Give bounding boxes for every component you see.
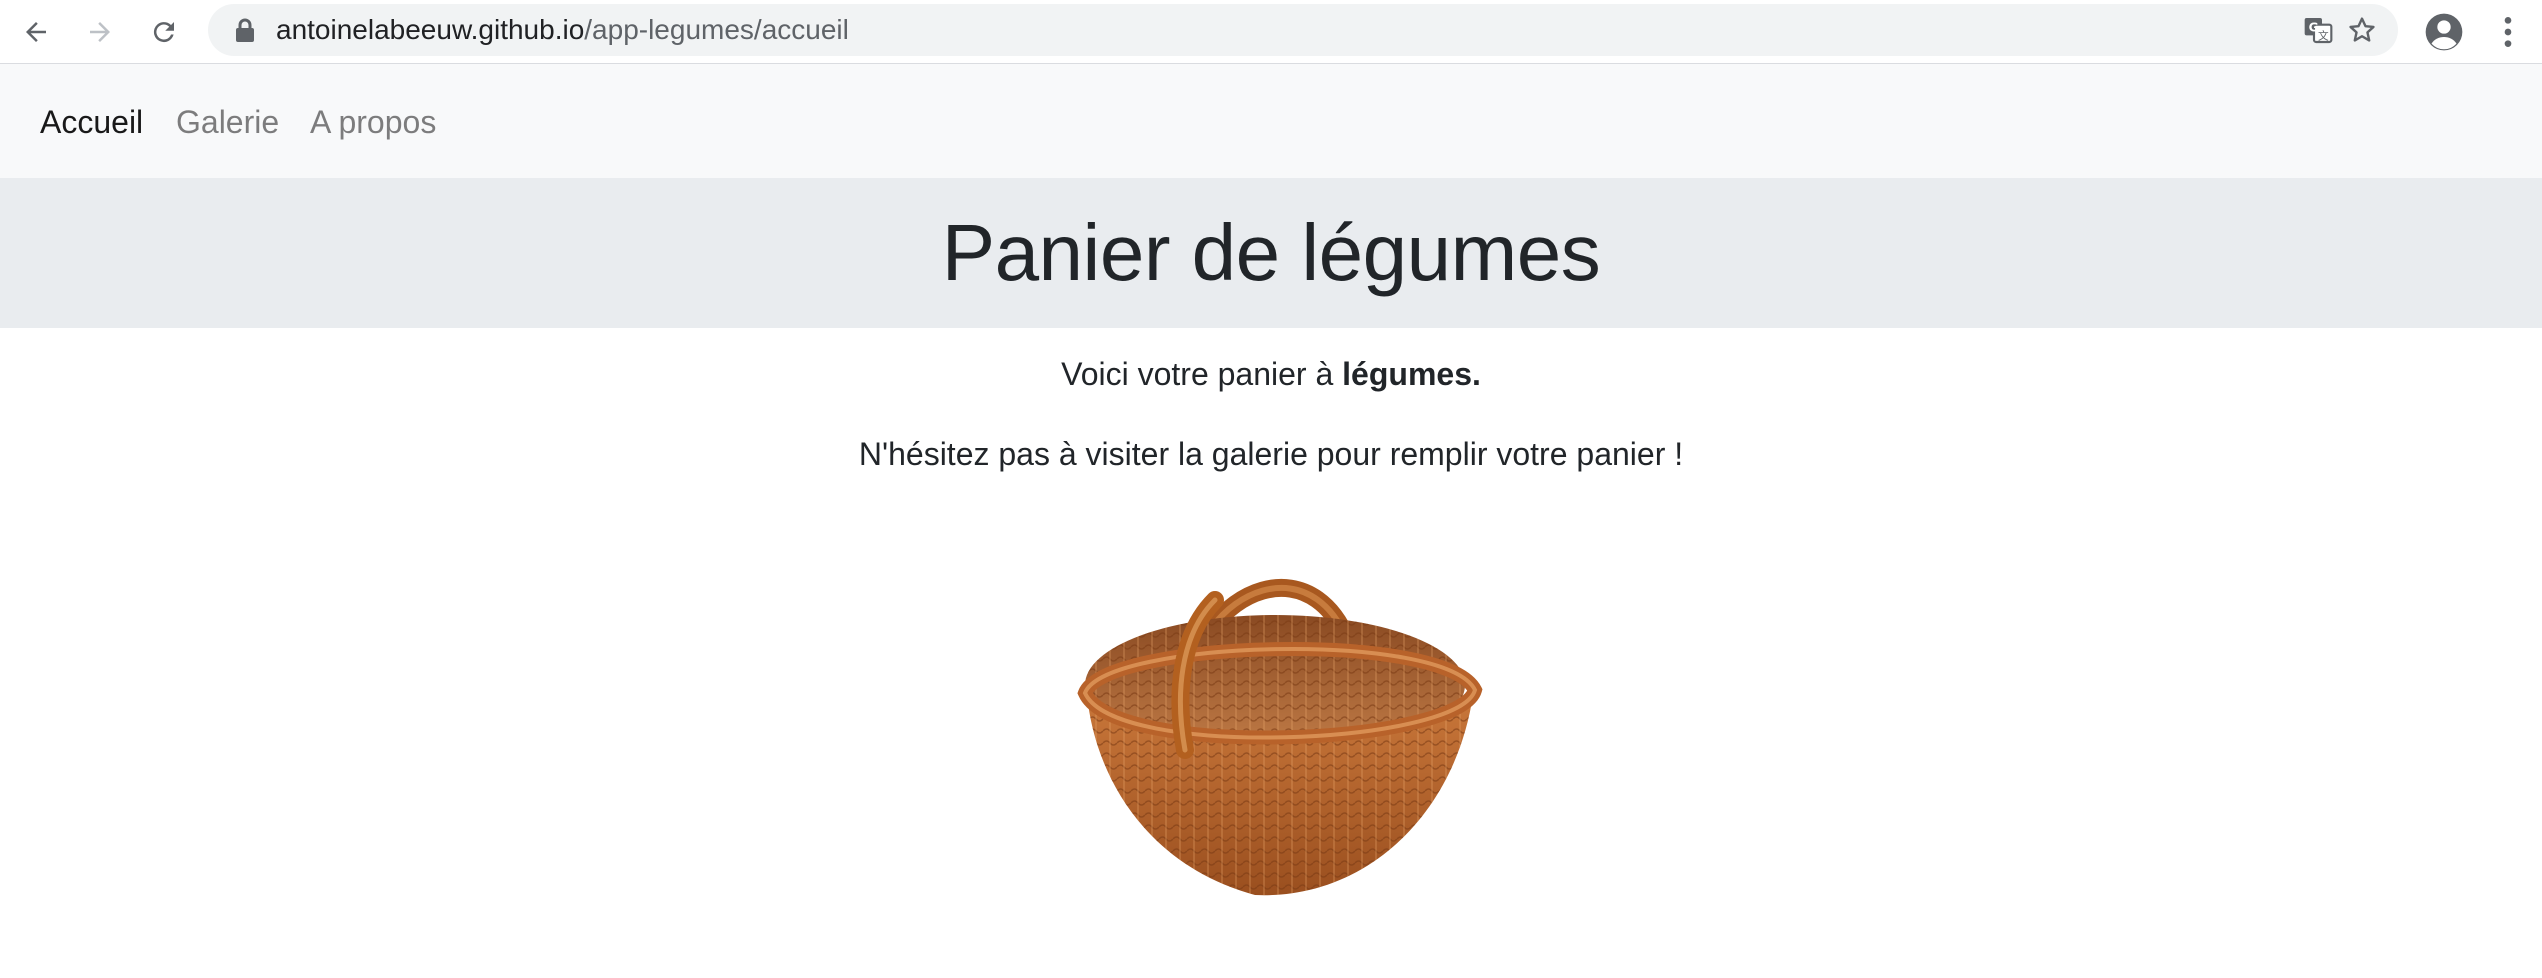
address-bar[interactable]: antoinelabeeuw.github.io/app-legumes/acc… — [208, 4, 2398, 56]
translate-button[interactable]: G 文 — [2298, 10, 2338, 50]
bookmark-button[interactable] — [2342, 10, 2382, 50]
browser-toolbar: antoinelabeeuw.github.io/app-legumes/acc… — [0, 0, 2542, 64]
nav-link-galerie[interactable]: Galerie — [176, 102, 279, 142]
back-arrow-icon — [26, 22, 46, 42]
kebab-menu-icon — [2504, 17, 2512, 47]
browser-menu-button[interactable] — [2484, 8, 2532, 56]
intro-text-prefix: Voici votre panier à — [1061, 356, 1343, 392]
nav-link-a-propos[interactable]: A propos — [310, 102, 436, 142]
url-path: /app-legumes/accueil — [584, 14, 849, 45]
svg-text:文: 文 — [2318, 29, 2329, 42]
reload-button[interactable] — [142, 10, 186, 54]
app-navbar: Accueil Galerie A propos — [0, 64, 2542, 178]
intro-text: Voici votre panier à légumes. — [0, 354, 2542, 394]
star-icon — [2349, 17, 2375, 42]
hero-banner: Panier de légumes — [0, 178, 2542, 328]
url-text: antoinelabeeuw.github.io/app-legumes/acc… — [276, 12, 849, 48]
page-title: Panier de légumes — [941, 208, 1601, 297]
back-button[interactable] — [14, 10, 58, 54]
forward-button[interactable] — [78, 10, 122, 54]
translate-icon: G 文 — [2304, 18, 2333, 44]
profile-button[interactable] — [2420, 8, 2468, 56]
intro-text-bold: légumes. — [1342, 356, 1481, 392]
lock-icon — [236, 18, 254, 42]
basket-image — [1077, 579, 1483, 896]
reload-icon — [153, 22, 174, 43]
forward-arrow-icon — [90, 22, 110, 42]
url-host: antoinelabeeuw.github.io — [276, 14, 585, 45]
gallery-invite-text: N'hésitez pas à visiter la galerie pour … — [858, 436, 1684, 472]
nav-link-accueil[interactable]: Accueil — [40, 102, 143, 142]
profile-icon — [2425, 13, 2463, 51]
